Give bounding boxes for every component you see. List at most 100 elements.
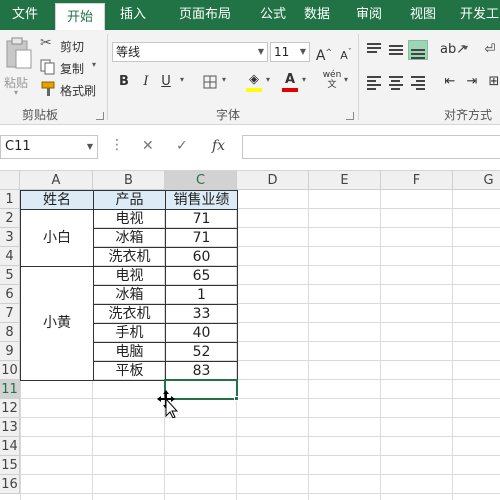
font-color-button[interactable]: A [280, 70, 300, 92]
orientation-dropdown-icon[interactable]: ▾ [464, 43, 468, 52]
bold-button[interactable]: B [114, 72, 134, 92]
orientation-button[interactable]: ab↗ [440, 40, 467, 60]
row-header[interactable]: 3 [0, 228, 20, 247]
insert-function-icon[interactable]: fx [212, 138, 225, 154]
row-header[interactable]: 9 [0, 342, 20, 361]
bottom-align-button[interactable] [408, 40, 428, 60]
header-cell-sales[interactable]: 销售业绩 [166, 191, 237, 209]
header-cell-name[interactable]: 姓名 [21, 191, 93, 209]
row-header[interactable]: 13 [0, 418, 20, 437]
sales-cell[interactable]: 33 [166, 305, 237, 323]
row-header[interactable]: 8 [0, 323, 20, 342]
product-cell[interactable]: 冰箱 [94, 286, 165, 304]
sales-cell[interactable]: 52 [166, 343, 237, 361]
tab-home[interactable]: 开始 [55, 3, 105, 30]
product-cell[interactable]: 电脑 [94, 343, 165, 361]
cut-button[interactable]: ✂ 剪切 [40, 35, 90, 54]
row-header[interactable]: 12 [0, 399, 20, 418]
fill-color-button[interactable]: ◈ [244, 70, 264, 92]
column-header[interactable]: G [453, 171, 500, 190]
column-header[interactable]: B [93, 171, 165, 190]
header-cell-product[interactable]: 产品 [94, 191, 165, 209]
phonetic-guide-button[interactable]: wén 文 [322, 70, 342, 90]
borders-button[interactable] [200, 72, 220, 92]
tab-file[interactable]: 文件 [0, 0, 50, 30]
sales-cell[interactable]: 71 [166, 229, 237, 247]
row-header[interactable]: 11 [0, 380, 20, 399]
align-right-button[interactable] [408, 72, 428, 92]
decrease-font-size-button[interactable]: Aˇ [336, 42, 356, 62]
sales-cell[interactable]: 60 [166, 248, 237, 266]
column-header[interactable]: C [165, 171, 237, 190]
italic-button[interactable]: I [136, 72, 156, 92]
product-cell[interactable]: 冰箱 [94, 229, 165, 247]
product-cell[interactable]: 平板 [94, 362, 165, 380]
format-painter-button[interactable]: 格式刷 [40, 80, 100, 98]
row-header[interactable]: 4 [0, 247, 20, 266]
tab-page-layout[interactable]: 页面布局 [165, 0, 245, 30]
cancel-icon[interactable]: ✕ [142, 138, 154, 154]
product-cell[interactable]: 手机 [94, 324, 165, 342]
column-header[interactable]: A [20, 171, 93, 190]
row-header[interactable]: 15 [0, 456, 20, 475]
underline-dropdown-icon[interactable]: ▾ [180, 75, 184, 84]
tab-developer[interactable]: 开发工 [452, 0, 500, 30]
row-header[interactable]: 16 [0, 475, 20, 494]
paste-button[interactable]: 粘贴 ▾ [2, 34, 36, 100]
phonetic-dropdown-icon[interactable]: ▾ [344, 75, 348, 84]
row-header[interactable]: 2 [0, 209, 20, 228]
sales-cell[interactable]: 40 [166, 324, 237, 342]
select-all-corner[interactable] [0, 171, 20, 190]
product-cell[interactable]: 洗衣机 [94, 305, 165, 323]
middle-align-button[interactable] [386, 40, 406, 60]
row-header[interactable]: 14 [0, 437, 20, 456]
sales-cell[interactable]: 65 [166, 267, 237, 285]
row-header[interactable]: 5 [0, 266, 20, 285]
chevron-down-icon[interactable]: ▼ [87, 136, 93, 158]
decrease-indent-button[interactable]: ⇤ [440, 72, 460, 92]
name-box[interactable]: C11 ▼ [0, 135, 98, 159]
font-size-select[interactable]: 11 ▼ [270, 42, 310, 62]
align-left-button[interactable] [364, 72, 384, 92]
tab-insert[interactable]: 插入 [108, 0, 158, 30]
borders-dropdown-icon[interactable]: ▾ [222, 75, 226, 84]
tab-formulas[interactable]: 公式 [248, 0, 298, 30]
paste-dropdown-icon[interactable]: ▾ [14, 88, 18, 97]
fill-color-dropdown-icon[interactable]: ▾ [266, 75, 270, 84]
clipboard-dialog-launcher-icon[interactable] [96, 112, 104, 120]
increase-font-size-button[interactable]: A^ [314, 42, 334, 64]
formula-input[interactable] [242, 135, 500, 159]
enter-icon[interactable]: ✓ [176, 138, 188, 154]
row-header[interactable]: 10 [0, 361, 20, 380]
sales-cell[interactable]: 71 [166, 210, 237, 228]
tab-view[interactable]: 视图 [398, 0, 448, 30]
row-header[interactable]: 7 [0, 304, 20, 323]
product-cell[interactable]: 洗衣机 [94, 248, 165, 266]
row-header[interactable]: 1 [0, 190, 20, 209]
merge-center-button[interactable]: ⊞ [484, 72, 500, 92]
tab-review[interactable]: 审阅 [344, 0, 394, 30]
increase-indent-button[interactable]: ⇥ [462, 72, 482, 92]
row-header[interactable]: 6 [0, 285, 20, 304]
font-dialog-launcher-icon[interactable] [346, 112, 354, 120]
tab-data[interactable]: 数据 [292, 0, 342, 30]
product-cell[interactable]: 电视 [94, 267, 165, 285]
underline-button[interactable]: U [156, 72, 176, 92]
column-header[interactable]: F [381, 171, 453, 190]
column-header[interactable]: E [309, 171, 381, 190]
sales-cell[interactable]: 83 [166, 362, 237, 380]
font-color-dropdown-icon[interactable]: ▾ [302, 75, 306, 84]
product-cell[interactable]: 电视 [94, 210, 165, 228]
column-header[interactable]: D [237, 171, 309, 190]
fill-handle[interactable] [234, 396, 239, 401]
copy-dropdown-icon[interactable]: ▾ [92, 60, 96, 69]
merged-cell-name[interactable]: 小黄 [21, 267, 93, 380]
align-center-button[interactable] [386, 72, 406, 92]
merged-cell-name[interactable]: 小白 [21, 210, 93, 266]
align-center-icon [389, 76, 403, 92]
copy-button[interactable]: 复制 ▾ [40, 58, 102, 76]
font-name-select[interactable]: 等线 ▼ [112, 42, 268, 62]
sales-cell[interactable]: 1 [166, 286, 237, 304]
wrap-text-button[interactable]: ⏎ [480, 40, 500, 60]
top-align-button[interactable] [364, 40, 384, 60]
